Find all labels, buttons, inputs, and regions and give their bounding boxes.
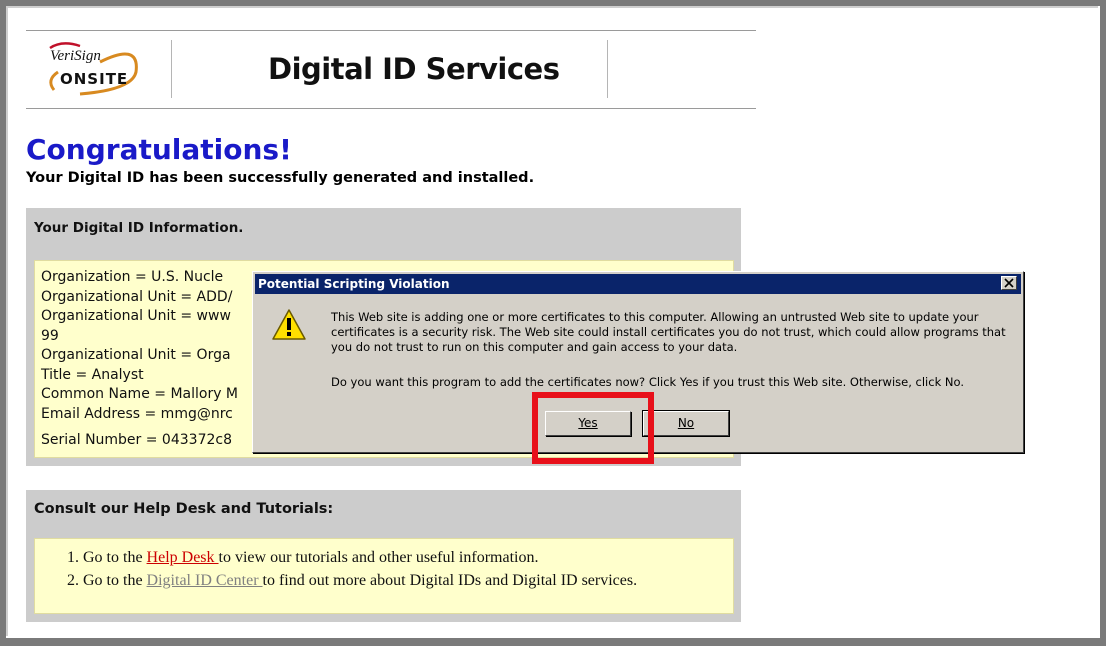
id-field-serial: Serial Number = 043372c8 [41,432,232,448]
help-heading: Consult our Help Desk and Tutorials: [34,501,334,517]
list-item: Go to the Digital ID Center to find out … [83,569,637,592]
congrats-heading: Congratulations! [26,133,292,166]
help-item-text: to view our tutorials and other useful i… [218,549,539,566]
help-list: Go to the Help Desk to view our tutorial… [57,546,637,592]
id-field-org-unit-1: Organizational Unit = ADD/ [41,288,233,305]
help-item-text: to find out more about Digital IDs and D… [262,572,638,589]
dialog-message: This Web site is adding one or more cert… [331,310,1006,354]
header-top-rule [26,30,756,31]
close-icon [1004,278,1014,288]
dialog-title: Potential Scripting Violation [258,277,450,291]
header-divider-right [607,40,608,98]
congrats-subheading: Your Digital ID has been successfully ge… [26,170,535,186]
id-field-email: Email Address = mmg@nrc [41,405,233,422]
page-title: Digital ID Services [268,52,560,86]
id-field-org-unit-2-cont: 99 [41,327,59,344]
id-field-org-unit-3: Organizational Unit = Orga [41,347,231,363]
header-divider-left [171,40,172,98]
warning-icon [272,309,306,340]
help-panel: Consult our Help Desk and Tutorials: Go … [26,490,741,622]
help-item-text: Go to the [83,572,147,589]
id-field-organization: Organization = U.S. Nucle [41,269,224,285]
id-field-org-unit-2: Organizational Unit = www [41,308,231,324]
digital-id-info-heading: Your Digital ID Information. [34,220,244,236]
dialog-question: Do you want this program to add the cert… [331,375,964,389]
list-item: Go to the Help Desk to view our tutorial… [83,546,637,569]
svg-text:ONSITE: ONSITE [60,70,128,88]
svg-text:VeriSign: VeriSign [50,48,101,64]
digital-id-center-link[interactable]: Digital ID Center [147,572,263,589]
verisign-onsite-logo: VeriSign ONSITE [40,38,160,102]
close-button[interactable] [1001,276,1017,290]
no-button[interactable]: No [642,410,730,437]
dialog-title-bar[interactable]: Potential Scripting Violation [255,274,1021,294]
header-bottom-rule [26,108,756,109]
id-field-common-name: Common Name = Mallory M [41,386,239,402]
help-box: Go to the Help Desk to view our tutorial… [34,538,734,614]
id-field-title: Title = Analyst [41,366,144,383]
yes-highlight-box [532,392,654,464]
help-item-text: Go to the [83,549,147,566]
no-button-label: No [677,416,695,430]
help-desk-link[interactable]: Help Desk [147,549,219,566]
digital-id-fields: Organization = U.S. Nucle Organizational… [41,268,238,451]
